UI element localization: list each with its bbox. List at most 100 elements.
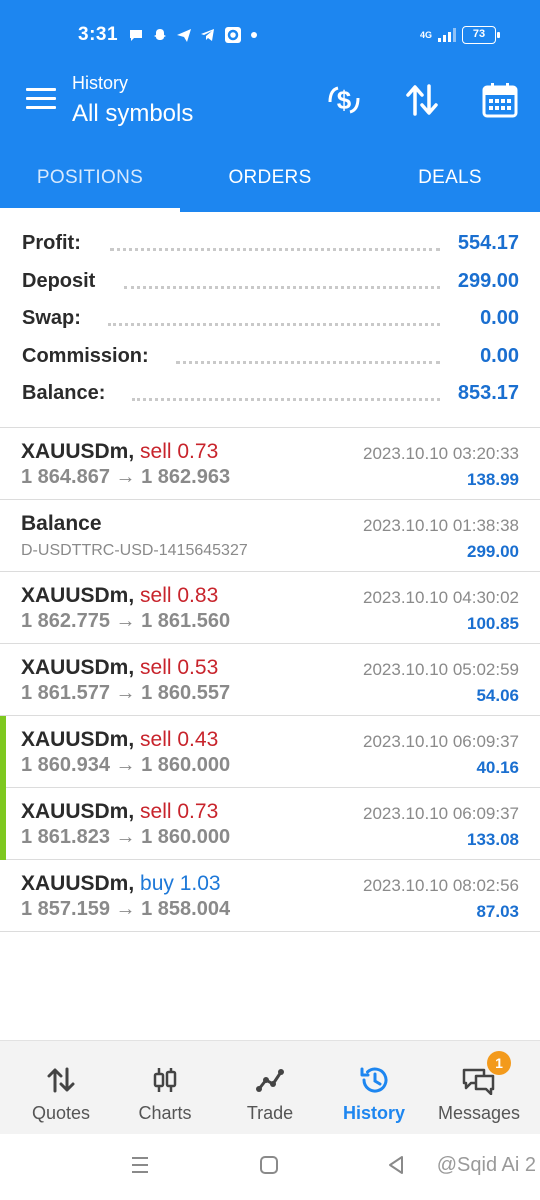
summary-label: Balance: (22, 382, 106, 405)
nav-label: Messages (437, 1103, 521, 1123)
nav-charts[interactable]: Charts (111, 1041, 219, 1135)
deal-profit: 100.85 (467, 614, 519, 633)
battery-indicator: 73 (462, 26, 500, 44)
menu-icon[interactable] (26, 88, 58, 112)
system-navigation-bar: @Sqid Ai 2 (0, 1134, 540, 1200)
deal-side: sell 0.53 (140, 656, 219, 679)
unread-badge: 1 (487, 1051, 511, 1075)
sort-icon[interactable] (402, 80, 442, 120)
deal-row[interactable]: Balance D-USDTTRC-USD-1415645327 2023.10… (0, 500, 540, 572)
deal-symbol: XAUUSDm, sell 0.73 (21, 440, 219, 463)
app-notification-icon (225, 27, 241, 43)
tab-orders[interactable]: ORDERS (180, 140, 360, 212)
deal-row[interactable]: XAUUSDm, buy 1.03 1 857.159 → 1 858.004 … (0, 860, 540, 932)
tab-positions[interactable]: POSITIONS (0, 140, 180, 212)
status-bar: 3:31 4G 73 (0, 0, 540, 70)
nav-history[interactable]: History (320, 1041, 428, 1135)
deal-profit: 138.99 (467, 470, 519, 489)
home-icon[interactable] (258, 1154, 280, 1176)
deal-row[interactable]: XAUUSDm, sell 0.43 1 860.934 → 1 860.000… (0, 716, 540, 788)
svg-text:$: $ (337, 85, 352, 115)
summary-row-profit: Profit: 554.17 (0, 226, 540, 264)
deal-prices: 1 857.159 → 1 858.004 (21, 898, 231, 920)
deal-symbol: XAUUSDm, buy 1.03 (21, 872, 221, 895)
deal-profit: 133.08 (467, 830, 519, 849)
dot-leader (108, 314, 440, 326)
quotes-icon (47, 1067, 75, 1093)
tab-bar: POSITIONS ORDERS DEALS (0, 140, 540, 212)
deal-side: sell 0.43 (140, 728, 219, 751)
page-subtitle: History (72, 73, 129, 93)
deal-row[interactable]: XAUUSDm, sell 0.73 1 864.867 → 1 862.963… (0, 428, 540, 500)
deal-time: 2023.10.10 06:09:37 (363, 804, 519, 823)
deal-prices: 1 864.867 → 1 862.963 (21, 466, 231, 488)
summary-panel: Profit: 554.17 Deposit 299.00 Swap: 0.00… (0, 226, 540, 414)
dollar-exchange-icon[interactable]: $ (324, 80, 364, 120)
deal-prices: 1 860.934 → 1 860.000 (21, 754, 231, 776)
summary-label: Deposit (22, 269, 96, 293)
deal-row[interactable]: XAUUSDm, sell 0.83 1 862.775 → 1 861.560… (0, 572, 540, 644)
nav-label: Quotes (31, 1103, 91, 1123)
dot-icon (251, 32, 257, 38)
status-time: 3:31 (78, 24, 119, 45)
summary-value: 554.17 (457, 232, 519, 254)
page-title[interactable]: All symbols (72, 100, 193, 128)
summary-value: 299.00 (457, 269, 519, 292)
deal-symbol: XAUUSDm, sell 0.73 (21, 800, 219, 823)
nav-label: History (342, 1103, 405, 1123)
deal-symbol: Balance (21, 512, 102, 535)
deal-time: 2023.10.10 03:20:33 (363, 444, 519, 463)
summary-row-swap: Swap: 0.00 (0, 301, 540, 339)
recent-apps-icon[interactable] (130, 1154, 150, 1176)
chat-icon (130, 30, 142, 41)
deal-side: sell 0.73 (140, 800, 219, 823)
watermark-text: @Sqid Ai 2 (436, 1154, 536, 1176)
dot-leader (132, 389, 440, 401)
dot-leader (124, 277, 440, 289)
deal-time: 2023.10.10 01:38:38 (363, 516, 519, 535)
tab-indicator (0, 208, 180, 212)
back-icon[interactable] (386, 1154, 406, 1176)
deal-symbol: XAUUSDm, sell 0.43 (21, 728, 219, 751)
nav-trade[interactable]: Trade (216, 1041, 324, 1135)
summary-value: 0.00 (480, 307, 519, 329)
tab-deals[interactable]: DEALS (360, 140, 540, 212)
deal-row[interactable]: XAUUSDm, sell 0.53 1 861.577 → 1 860.557… (0, 644, 540, 716)
deal-comment: D-USDTTRC-USD-1415645327 (21, 542, 248, 559)
app-header: 3:31 4G 73 History All symbols $ POSITIO… (0, 0, 540, 212)
telegram-icon (201, 29, 214, 41)
history-icon (360, 1067, 388, 1093)
deal-symbol: XAUUSDm, sell 0.83 (21, 584, 219, 607)
deal-time: 2023.10.10 04:30:02 (363, 588, 519, 607)
calendar-icon[interactable] (480, 80, 520, 120)
network-label: 4G (419, 30, 432, 40)
deal-time: 2023.10.10 06:09:37 (363, 732, 519, 751)
deal-row[interactable]: XAUUSDm, sell 0.73 1 861.823 → 1 860.000… (0, 788, 540, 860)
summary-row-deposit: Deposit 299.00 (0, 264, 540, 302)
summary-label: Swap: (22, 307, 81, 330)
deal-profit: 299.00 (467, 542, 519, 561)
notification-icons (128, 26, 258, 44)
summary-value: 853.17 (457, 382, 519, 404)
nav-label: Trade (246, 1103, 294, 1123)
deal-time: 2023.10.10 08:02:56 (363, 876, 519, 895)
charts-icon (153, 1068, 177, 1092)
summary-row-commission: Commission: 0.00 (0, 339, 540, 377)
deal-side: sell 0.73 (140, 440, 219, 463)
status-right: 4G 73 (419, 26, 500, 44)
snapchat-icon (154, 29, 166, 40)
deal-profit: 40.16 (476, 758, 519, 777)
signal-icon (438, 28, 456, 42)
trade-icon (256, 1069, 284, 1092)
summary-label: Profit: (22, 232, 81, 255)
deal-profit: 54.06 (476, 686, 519, 705)
deal-prices: 1 861.577 → 1 860.557 (21, 682, 231, 704)
nav-quotes[interactable]: Quotes (7, 1041, 115, 1135)
nav-messages[interactable]: 1 Messages (425, 1041, 533, 1135)
deals-list: XAUUSDm, sell 0.73 1 864.867 → 1 862.963… (0, 428, 540, 932)
deal-profit: 87.03 (476, 902, 519, 921)
deal-prices: 1 862.775 → 1 861.560 (21, 610, 231, 632)
send-icon (177, 29, 191, 42)
nav-label: Charts (138, 1103, 192, 1123)
deal-symbol: XAUUSDm, sell 0.53 (21, 656, 219, 679)
